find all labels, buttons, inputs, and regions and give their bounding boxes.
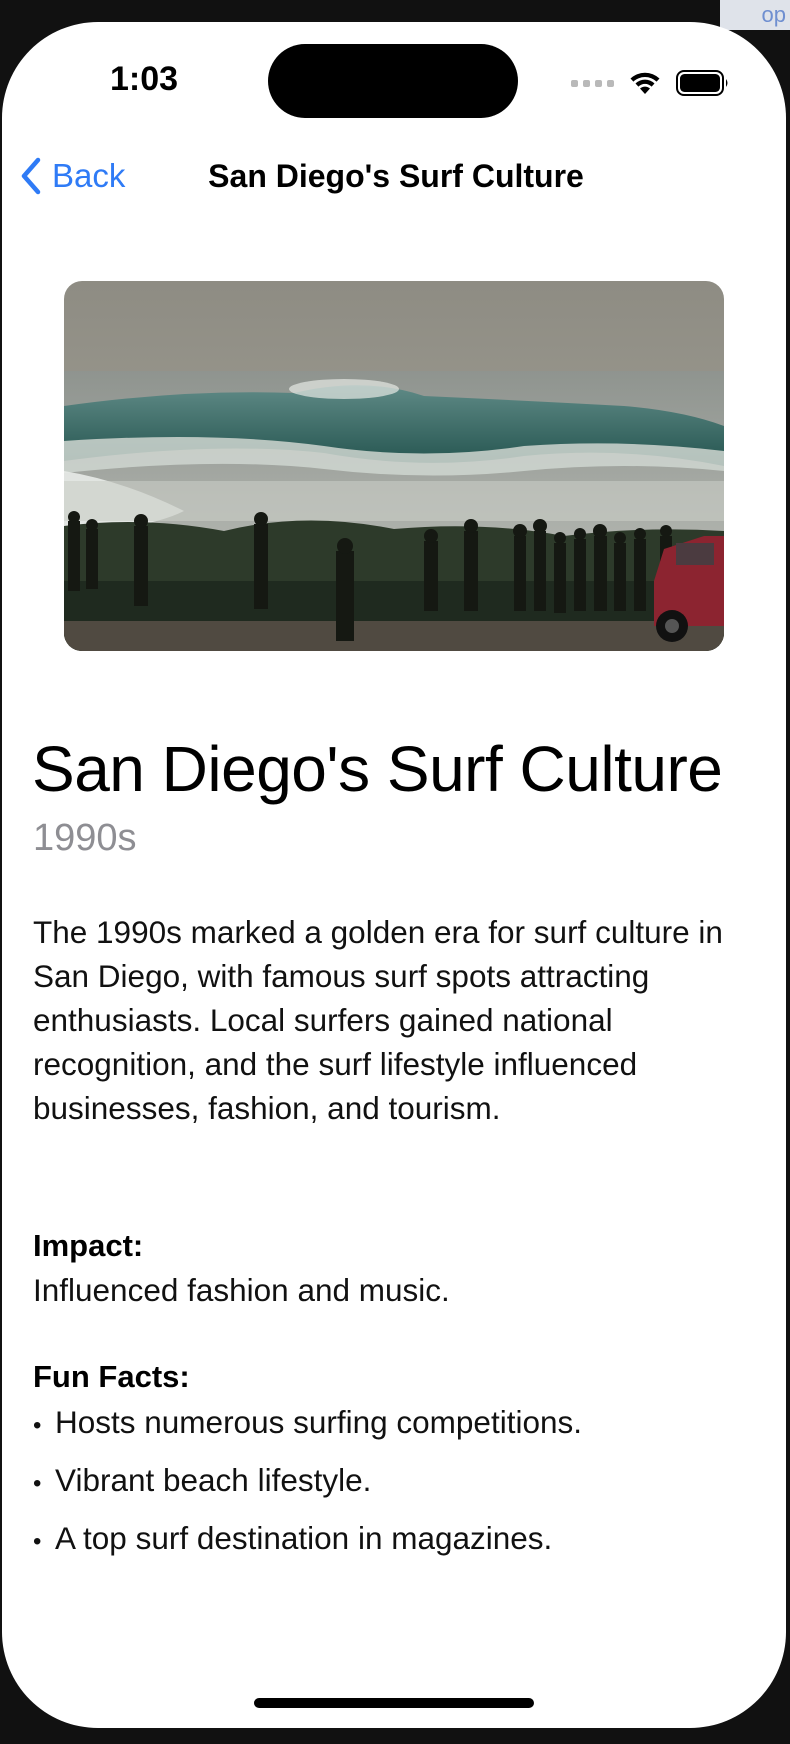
battery-icon (676, 70, 728, 96)
nav-title: San Diego's Surf Culture (208, 158, 584, 194)
home-indicator[interactable] (254, 1698, 534, 1708)
era-subtitle: 1990s (33, 817, 137, 859)
wifi-icon (630, 72, 660, 94)
impact-text: Influenced fashion and music. (33, 1272, 450, 1308)
fun-facts-list: Hosts numerous surfing competitions. Vib… (33, 1400, 582, 1574)
status-icons (571, 70, 730, 96)
list-item: Vibrant beach lifestyle. (33, 1458, 582, 1516)
list-item: A top surf destination in magazines. (33, 1516, 582, 1574)
cellular-dots-icon (571, 79, 614, 87)
corner-hint: op (720, 0, 790, 30)
hero-image (64, 281, 724, 651)
description-text: The 1990s marked a golden era for surf c… (33, 914, 723, 1126)
surf-wave-photo (64, 281, 724, 651)
status-time: 1:03 (110, 60, 179, 98)
dynamic-island (268, 44, 518, 118)
impact-label: Impact: (33, 1228, 144, 1263)
page-title: San Diego's Surf Culture (32, 733, 723, 805)
app-screen: 1:03 Back San Diego's Surf Culture San D… (2, 22, 786, 1728)
list-item: Hosts numerous surfing competitions. (33, 1400, 582, 1458)
fun-facts-label: Fun Facts: (33, 1359, 190, 1394)
